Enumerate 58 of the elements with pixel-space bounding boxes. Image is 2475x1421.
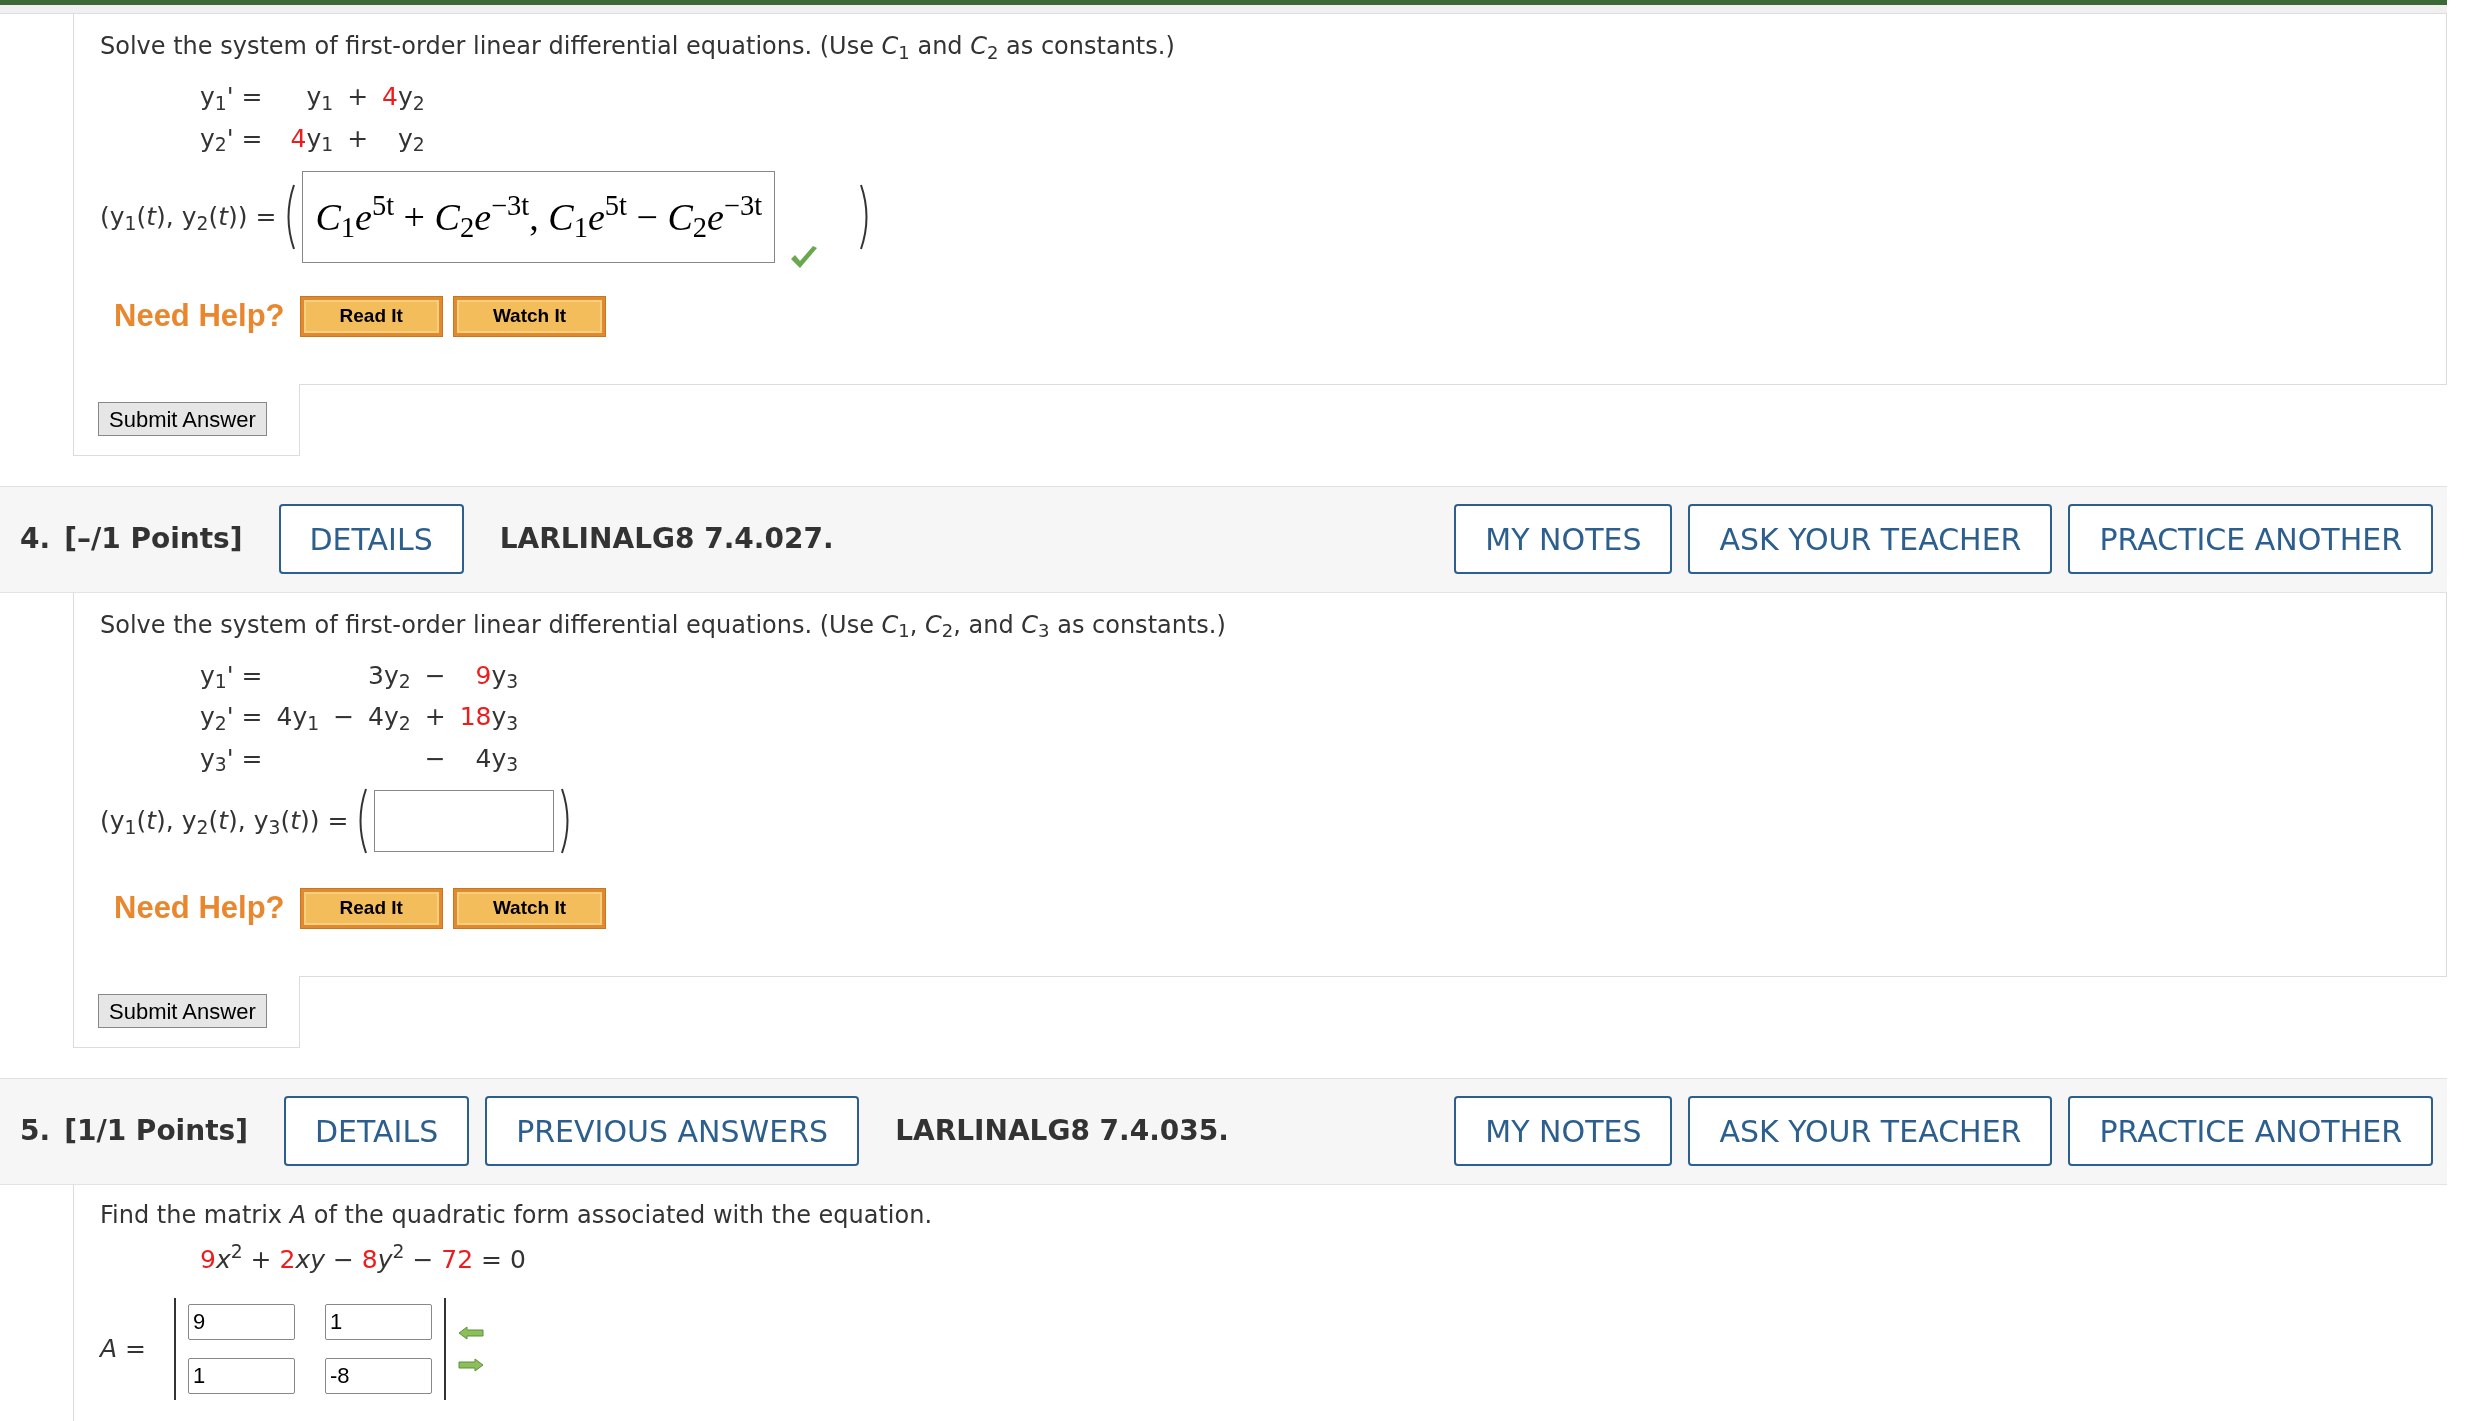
- equation-term: 4y$_{1}$: [290, 122, 334, 157]
- submit-answer-button[interactable]: Submit Answer: [98, 402, 267, 436]
- equation-lhs: y$_{2}$' =: [200, 701, 263, 736]
- need-help-label: Need Help?: [114, 297, 285, 335]
- need-help-label: Need Help?: [114, 889, 285, 927]
- equation-term: 4y$_{3}$: [474, 742, 519, 777]
- help-button[interactable]: Watch It: [453, 297, 606, 336]
- matrix-entry-field[interactable]: 1: [188, 1358, 295, 1394]
- question-number: 5.: [20, 1113, 51, 1149]
- header-button[interactable]: ASK YOUR TEACHER: [1688, 1096, 2053, 1166]
- points-label: [1/1 Points]: [64, 1113, 248, 1149]
- submit-answer-button[interactable]: Submit Answer: [98, 994, 267, 1028]
- header-button[interactable]: PRACTICE ANOTHER: [2068, 504, 2433, 574]
- header-button[interactable]: DETAILS: [278, 504, 464, 574]
- matrix-label: A =: [100, 1333, 147, 1366]
- question-number: 4.: [20, 521, 51, 557]
- answer-field[interactable]: [374, 790, 555, 852]
- help-button[interactable]: Watch It: [453, 889, 606, 928]
- problem-code: LARLINALG8 7.4.027.: [499, 521, 834, 557]
- equation-term: y$_{2}$: [397, 122, 425, 157]
- equation-term: 9y$_{3}$: [474, 659, 519, 694]
- equation-lhs: y$_{3}$' =: [200, 742, 263, 777]
- question-prompt: Find the matrix A of the quadratic form associated with the equation.: [100, 1199, 934, 1231]
- question-prompt: Solve the system of first-order linear differential equations. (Use C$_{1}$, C$_{2}$, and C$_{3}$ as constants.): [100, 609, 1227, 643]
- equation-term: +: [424, 701, 446, 733]
- equation-term: y$_{1}$: [305, 81, 334, 116]
- equation-term: 3y$_{2}$: [368, 659, 411, 694]
- equation-term: 4y$_{2}$: [382, 81, 425, 116]
- equation-lhs: y$_{1}$' =: [200, 81, 263, 116]
- equation-term: +: [347, 81, 369, 113]
- matrix-entry-field[interactable]: 9: [188, 1304, 295, 1340]
- matrix-entry-field[interactable]: 1: [325, 1304, 432, 1340]
- header-button[interactable]: ASK YOUR TEACHER: [1688, 504, 2053, 574]
- header-button[interactable]: MY NOTES: [1454, 1096, 1673, 1166]
- equation-term: 4y$_{1}$: [276, 701, 320, 736]
- equation-lhs: y$_{1}$' =: [200, 659, 263, 694]
- header-button[interactable]: DETAILS: [284, 1096, 470, 1166]
- header-button[interactable]: MY NOTES: [1454, 504, 1673, 574]
- answer-label: (y$_{1}$(t), y$_{2}$(t)) =: [100, 201, 277, 236]
- quadratic-equation: 9x$^{2}$ + 2xy − 8y$^{2}$ − 72 = 0: [200, 1240, 527, 1276]
- left-arrow-icon[interactable]: [458, 1326, 484, 1340]
- question-prompt: Solve the system of first-order linear differential equations. (Use C$_{1}$ and C$_{2}$ as constants.): [100, 31, 1176, 64]
- equation-term: +: [347, 122, 369, 155]
- equation-term: 4y$_{2}$: [368, 701, 411, 736]
- help-button[interactable]: Read It: [300, 889, 442, 928]
- equation-lhs: y$_{2}$' =: [200, 122, 263, 157]
- problem-code: LARLINALG8 7.4.035.: [895, 1113, 1229, 1149]
- equation-term: −: [424, 659, 446, 692]
- header-button[interactable]: PRACTICE ANOTHER: [2068, 1096, 2433, 1166]
- matrix-entry-field[interactable]: -8: [325, 1358, 432, 1394]
- equation-term: 18y$_{3}$: [459, 701, 519, 736]
- help-button[interactable]: Read It: [300, 297, 442, 336]
- header-button[interactable]: PREVIOUS ANSWERS: [485, 1096, 860, 1166]
- right-arrow-icon[interactable]: [458, 1358, 484, 1372]
- points-label: [–/1 Points]: [64, 521, 243, 557]
- answer-label: (y$_{1}$(t), y$_{2}$(t), y$_{3}$(t)) =: [100, 805, 349, 840]
- equation-term: −: [333, 701, 355, 733]
- equation-term: −: [424, 742, 446, 775]
